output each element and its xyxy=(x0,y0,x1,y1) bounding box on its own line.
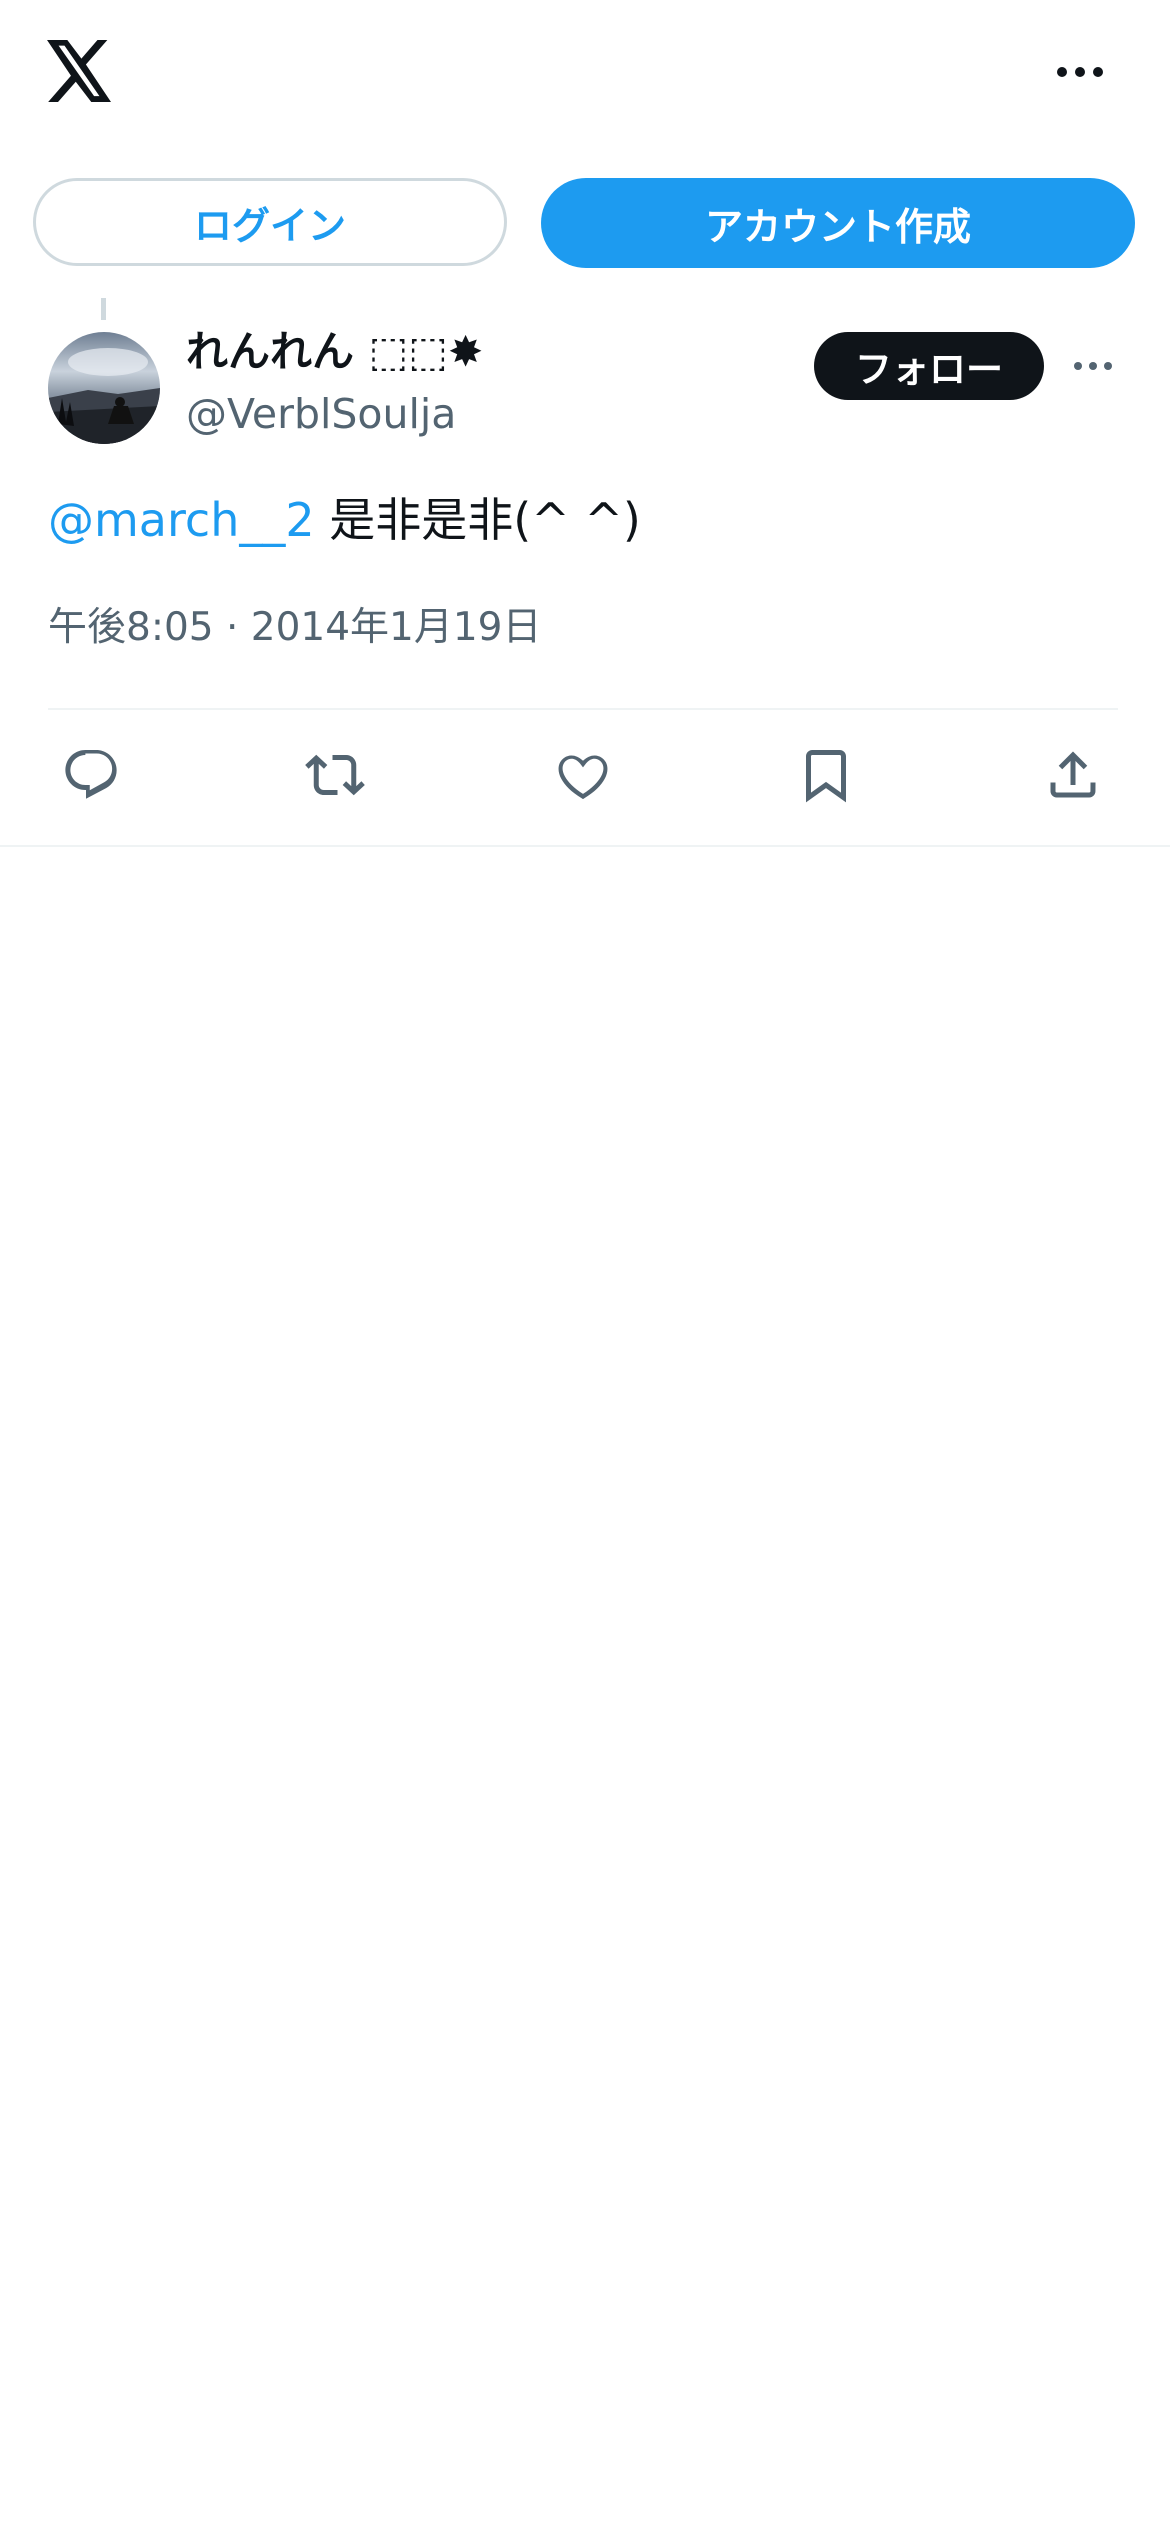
retweet-icon[interactable] xyxy=(300,740,370,810)
follow-button[interactable]: フォロー xyxy=(814,332,1044,400)
bookmark-icon[interactable] xyxy=(791,740,861,810)
tweet-more-icon[interactable] xyxy=(1072,358,1114,374)
mention-link[interactable]: @march__2 xyxy=(48,493,315,547)
like-heart-icon[interactable] xyxy=(548,740,618,810)
user-handle[interactable]: @VerblSoulja xyxy=(186,386,456,442)
login-button[interactable]: ログイン xyxy=(33,178,507,266)
tweet-text: @march__2 是非是非(^ ^) xyxy=(48,490,641,550)
thread-connector-line xyxy=(101,298,106,320)
tweet-body: 是非是非(^ ^) xyxy=(314,493,641,547)
share-icon[interactable] xyxy=(1038,740,1108,810)
more-horizontal-icon[interactable] xyxy=(1054,62,1106,82)
tweet-timestamp[interactable]: 午後8:05 · 2014年1月19日 xyxy=(48,598,541,658)
divider xyxy=(48,708,1118,710)
tweet-actions xyxy=(0,740,1170,820)
divider xyxy=(0,845,1170,847)
avatar[interactable] xyxy=(48,332,160,444)
top-bar xyxy=(0,0,1170,150)
reply-icon[interactable] xyxy=(56,740,126,810)
create-account-button[interactable]: アカウント作成 xyxy=(541,178,1135,268)
x-logo-icon[interactable] xyxy=(46,40,114,102)
auth-buttons: ログイン アカウント作成 xyxy=(0,178,1170,272)
display-name[interactable]: れんれん ⬚⬚✸ xyxy=(186,322,483,382)
